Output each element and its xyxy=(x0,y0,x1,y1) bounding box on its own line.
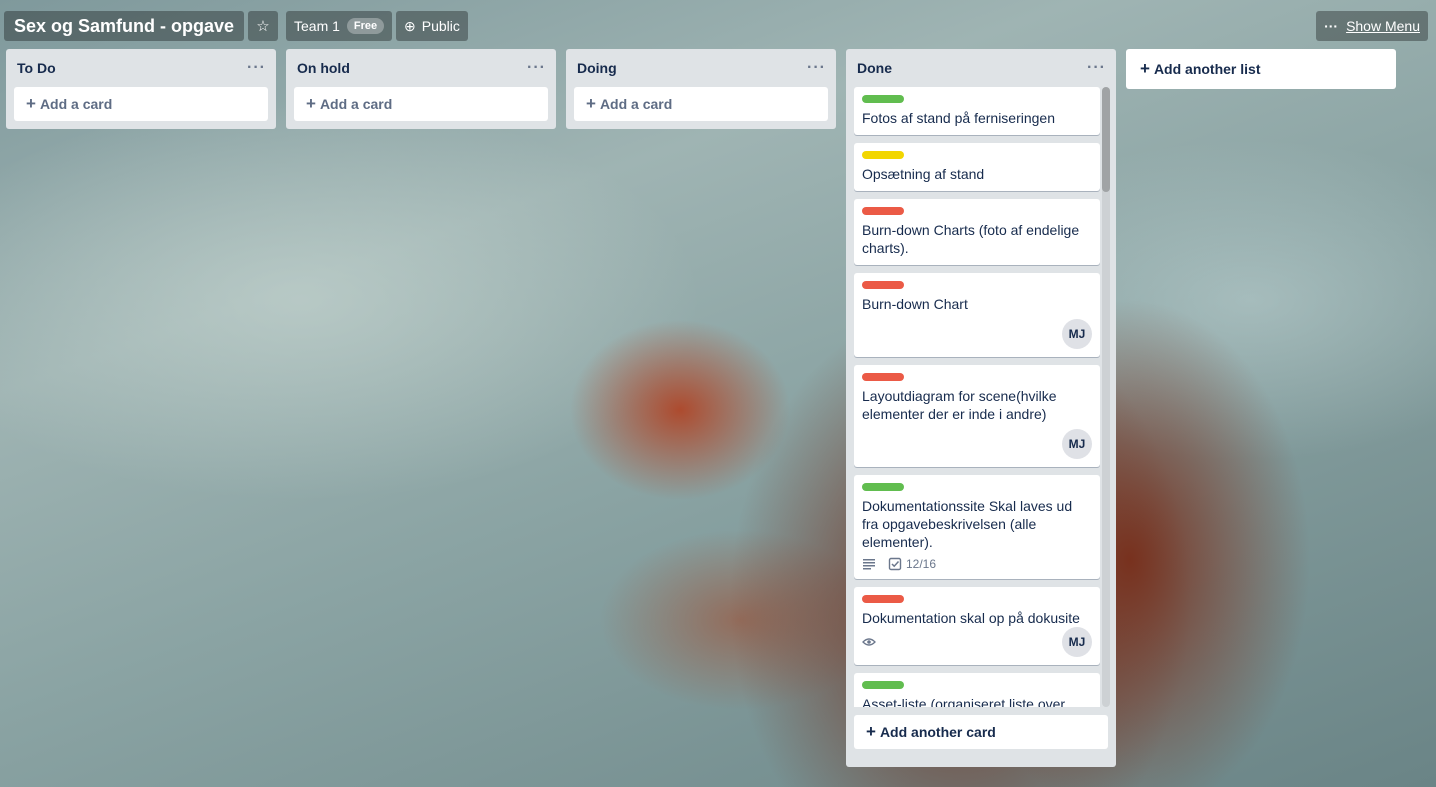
add-card-label: Add a card xyxy=(39,96,113,112)
card-label xyxy=(862,207,904,215)
card-label xyxy=(862,373,904,381)
scrollbar-thumb[interactable] xyxy=(1102,87,1110,192)
globe-icon: ⊕ xyxy=(404,17,416,34)
plan-badge: Free xyxy=(346,18,385,34)
add-list-button[interactable]: + Add another list xyxy=(1126,49,1396,89)
list-done: Done ··· Fotos af stand på ferniseringen… xyxy=(846,49,1116,767)
add-card-label: Add a card xyxy=(319,96,393,112)
plus-icon: + xyxy=(586,94,596,113)
star-button[interactable]: ☆ xyxy=(248,11,278,41)
card[interactable]: Dokumentationssite Skal laves ud fra opg… xyxy=(854,475,1100,579)
list-menu-icon[interactable]: ··· xyxy=(527,59,546,77)
add-card-button[interactable]: + Add a card xyxy=(574,87,828,121)
card-label xyxy=(862,595,904,603)
list-title[interactable]: Done xyxy=(857,60,1087,76)
scrollbar[interactable] xyxy=(1102,87,1110,707)
card-title: Burn-down Chart xyxy=(862,296,968,312)
card-title: Layoutdiagram for scene(hvilke elementer… xyxy=(862,388,1057,422)
card[interactable]: Dokumentation skal op på dokusite MJ xyxy=(854,587,1100,665)
list-header: Done ··· xyxy=(846,49,1116,87)
show-menu-button[interactable]: ··· Show Menu xyxy=(1316,11,1428,41)
more-icon: ··· xyxy=(1324,18,1339,34)
card-title: Dokumentation skal op på dokusite xyxy=(862,610,1080,626)
card-badges: 12/16 xyxy=(862,557,1092,571)
card-title: Opsætning af stand xyxy=(862,166,985,182)
card[interactable]: Asset-liste (organiseret liste over xyxy=(854,673,1100,707)
visibility-button[interactable]: ⊕ Public xyxy=(396,11,468,41)
list-header: On hold ··· xyxy=(286,49,556,87)
team-button[interactable]: Team 1 Free xyxy=(286,11,393,41)
list-title[interactable]: Doing xyxy=(577,60,807,76)
card[interactable]: Burn-down Chart MJ xyxy=(854,273,1100,357)
card-label xyxy=(862,95,904,103)
member-avatar[interactable]: MJ xyxy=(1062,319,1092,349)
card-title: Dokumentationssite Skal laves ud fra opg… xyxy=(862,498,1073,550)
list-doing: Doing ··· + Add a card xyxy=(566,49,836,129)
card-label xyxy=(862,151,904,159)
list-title[interactable]: On hold xyxy=(297,60,527,76)
checklist-count: 12/16 xyxy=(906,557,937,571)
visibility-label: Public xyxy=(421,18,460,34)
card-title: Fotos af stand på ferniseringen xyxy=(862,110,1056,126)
card-label xyxy=(862,681,904,689)
card[interactable]: Burn-down Charts (foto af endelige chart… xyxy=(854,199,1100,265)
list-on-hold: On hold ··· + Add a card xyxy=(286,49,556,129)
card[interactable]: Opsætning af stand xyxy=(854,143,1100,191)
card[interactable]: Fotos af stand på ferniseringen xyxy=(854,87,1100,135)
board-title[interactable]: Sex og Samfund - opgave xyxy=(4,11,245,41)
list-header: Doing ··· xyxy=(566,49,836,87)
member-avatar[interactable]: MJ xyxy=(1062,627,1092,657)
board-header: Sex og Samfund - opgave ☆ Team 1 Free ⊕ … xyxy=(0,0,1436,50)
list-to-do: To Do ··· + Add a card xyxy=(6,49,276,129)
plus-icon: + xyxy=(866,722,876,741)
checklist-badge: 12/16 xyxy=(888,557,936,571)
card-list: Fotos af stand på ferniseringen Opsætnin… xyxy=(846,87,1116,707)
card-title: Asset-liste (organiseret liste over xyxy=(862,696,1066,707)
card-label xyxy=(862,483,904,491)
add-list-label: Add another list xyxy=(1153,61,1261,77)
add-card-label: Add another card xyxy=(879,724,996,740)
add-card-button[interactable]: + Add a card xyxy=(294,87,548,121)
add-card-button[interactable]: + Add a card xyxy=(14,87,268,121)
star-icon: ☆ xyxy=(256,18,270,35)
card-footer: MJ xyxy=(862,429,1092,459)
list-title[interactable]: To Do xyxy=(17,60,247,76)
add-another-card-button[interactable]: + Add another card xyxy=(854,715,1108,749)
description-icon xyxy=(862,558,880,570)
checklist-icon xyxy=(888,557,902,571)
card[interactable]: Layoutdiagram for scene(hvilke elementer… xyxy=(854,365,1100,467)
plus-icon: + xyxy=(306,94,316,113)
plus-icon: + xyxy=(26,94,36,113)
add-card-label: Add a card xyxy=(599,96,673,112)
member-avatar[interactable]: MJ xyxy=(1062,429,1092,459)
card-footer: MJ xyxy=(862,627,1092,657)
card-label xyxy=(862,281,904,289)
watch-icon xyxy=(862,637,880,647)
list-menu-icon[interactable]: ··· xyxy=(247,59,266,77)
list-header: To Do ··· xyxy=(6,49,276,87)
list-menu-icon[interactable]: ··· xyxy=(807,59,826,77)
list-menu-icon[interactable]: ··· xyxy=(1087,59,1106,77)
show-menu-label: Show Menu xyxy=(1346,18,1420,34)
team-name: Team 1 xyxy=(294,18,340,34)
card-footer: MJ xyxy=(862,319,1092,349)
plus-icon: + xyxy=(1140,59,1150,78)
card-title: Burn-down Charts (foto af endelige chart… xyxy=(862,222,1080,256)
